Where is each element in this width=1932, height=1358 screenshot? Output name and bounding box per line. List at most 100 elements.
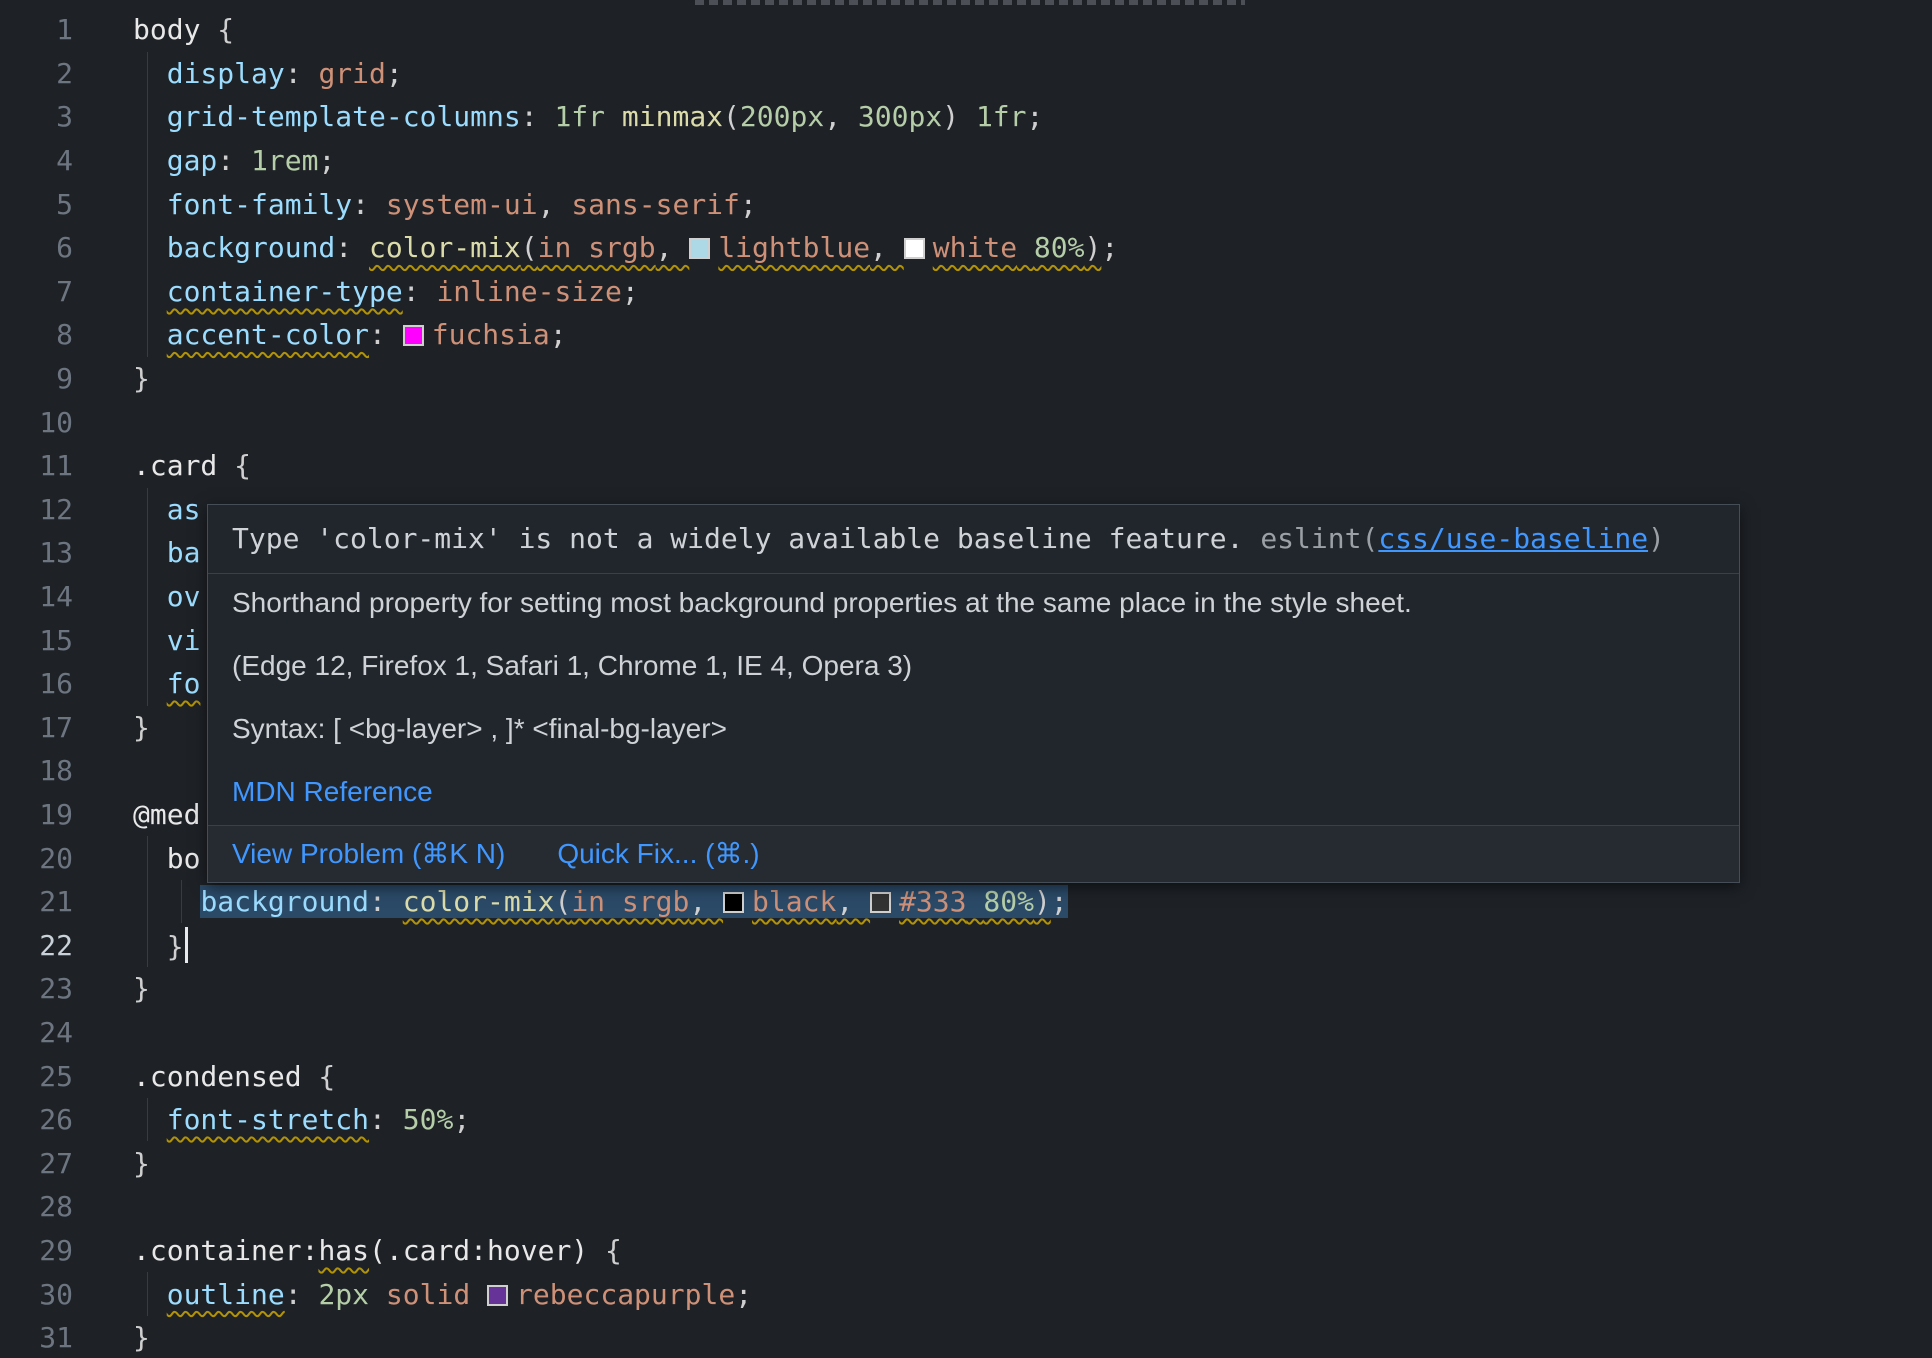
code-line[interactable]: 2 display: grid; — [0, 52, 1932, 96]
line-number[interactable]: 26 — [0, 1103, 73, 1136]
color-swatch[interactable] — [487, 1285, 508, 1306]
line-number[interactable]: 13 — [0, 536, 73, 569]
code-line[interactable]: 29.container:has(.card:hover) { — [0, 1229, 1932, 1273]
line-number[interactable]: 16 — [0, 667, 73, 700]
code-token: 300px — [858, 100, 942, 133]
line-number[interactable]: 6 — [0, 231, 73, 264]
code-token — [133, 1278, 167, 1311]
line-number[interactable]: 28 — [0, 1190, 73, 1223]
code-line[interactable]: 26 font-stretch: 50%; — [0, 1098, 1932, 1142]
line-number[interactable]: 5 — [0, 188, 73, 221]
code-token: ; — [1051, 885, 1068, 918]
code-line[interactable]: 30 outline: 2px solid rebeccapurple; — [0, 1272, 1932, 1316]
code-editor[interactable]: 1body {2 display: grid;3 grid-template-c… — [0, 0, 1932, 1358]
indent-guide — [147, 618, 148, 662]
line-number[interactable]: 15 — [0, 624, 73, 657]
color-swatch[interactable] — [403, 325, 424, 346]
line-number[interactable]: 7 — [0, 275, 73, 308]
code-token: } — [133, 1321, 150, 1354]
code-token: { — [302, 1060, 336, 1093]
code-line[interactable]: 7 container-type: inline-size; — [0, 270, 1932, 314]
code-line[interactable]: 4 gap: 1rem; — [0, 139, 1932, 183]
line-number[interactable]: 14 — [0, 580, 73, 613]
code-line[interactable]: 28 — [0, 1185, 1932, 1229]
code-token — [369, 1278, 386, 1311]
code-token: solid — [386, 1278, 470, 1311]
code-line[interactable]: 10 — [0, 400, 1932, 444]
code-line[interactable]: 8 accent-color: fuchsia; — [0, 313, 1932, 357]
code-token: .condensed — [133, 1060, 302, 1093]
code-line[interactable]: 23} — [0, 967, 1932, 1011]
line-number[interactable]: 9 — [0, 362, 73, 395]
line-number[interactable]: 22 — [0, 929, 73, 962]
hover-tooltip: Type 'color-mix' is not a widely availab… — [207, 504, 1740, 883]
line-number[interactable]: 4 — [0, 144, 73, 177]
line-number[interactable]: 19 — [0, 798, 73, 831]
eslint-rule-link[interactable]: css/use-baseline — [1378, 522, 1648, 555]
quick-fix-action[interactable]: Quick Fix... (⌘.) — [557, 839, 759, 869]
code-line[interactable]: 6 background: color-mix(in srgb, lightbl… — [0, 226, 1932, 270]
code-token: } — [133, 972, 150, 1005]
code-token: ( — [554, 885, 571, 918]
code-token: 80% — [1034, 231, 1085, 264]
mdn-reference-link[interactable]: MDN Reference — [232, 777, 433, 807]
code-line[interactable]: 25 .condensed { — [0, 1054, 1932, 1098]
line-number[interactable]: 20 — [0, 842, 73, 875]
indent-guide — [147, 139, 148, 183]
code-token: ; — [318, 144, 335, 177]
code-token: : — [335, 231, 369, 264]
code-token — [133, 842, 167, 875]
line-number[interactable]: 1 — [0, 13, 73, 46]
code-line[interactable]: 22 } — [0, 923, 1932, 967]
code-token — [133, 667, 167, 700]
code-text: @med — [73, 798, 200, 831]
code-token: ; — [1101, 231, 1118, 264]
code-token: black — [723, 885, 836, 918]
line-number[interactable]: 24 — [0, 1016, 73, 1049]
code-line[interactable]: 31} — [0, 1316, 1932, 1358]
line-number[interactable]: 30 — [0, 1278, 73, 1311]
color-swatch[interactable] — [904, 238, 925, 259]
code-line[interactable]: 3 grid-template-columns: 1fr minmax(200p… — [0, 95, 1932, 139]
line-number[interactable]: 11 — [0, 449, 73, 482]
code-token: } — [133, 1147, 150, 1180]
line-number[interactable]: 27 — [0, 1147, 73, 1180]
color-swatch[interactable] — [870, 892, 891, 913]
diagnostic-message: Type 'color-mix' is not a widely availab… — [208, 505, 1739, 574]
code-token: ) — [1034, 885, 1051, 918]
line-number[interactable]: 25 — [0, 1060, 73, 1093]
code-token: , — [870, 231, 904, 264]
code-token — [470, 1278, 487, 1311]
line-number[interactable]: 2 — [0, 57, 73, 90]
view-problem-action[interactable]: View Problem (⌘K N) — [232, 839, 505, 869]
code-text: } — [73, 1321, 150, 1354]
line-number[interactable]: 23 — [0, 972, 73, 1005]
line-number[interactable]: 3 — [0, 100, 73, 133]
code-line[interactable]: 1body { — [0, 8, 1932, 52]
indent-guide — [147, 1272, 148, 1316]
code-token: 200px — [740, 100, 824, 133]
code-line[interactable]: 9} — [0, 357, 1932, 401]
code-token: , — [689, 885, 723, 918]
code-text: font-family: system-ui, sans-serif; — [73, 188, 757, 221]
line-number[interactable]: 31 — [0, 1321, 73, 1354]
line-number[interactable]: 29 — [0, 1234, 73, 1267]
color-swatch[interactable] — [723, 892, 744, 913]
line-number[interactable]: 21 — [0, 885, 73, 918]
line-number[interactable]: 17 — [0, 711, 73, 744]
line-number[interactable]: 18 — [0, 754, 73, 787]
color-swatch[interactable] — [689, 238, 710, 259]
line-number[interactable]: 12 — [0, 493, 73, 526]
code-text: display: grid; — [73, 57, 403, 90]
line-number[interactable]: 10 — [0, 406, 73, 439]
code-token — [133, 536, 167, 569]
code-token: { — [588, 1234, 622, 1267]
line-number[interactable]: 8 — [0, 318, 73, 351]
indent-guide — [147, 575, 148, 619]
syntax-line: Syntax: [ <bg-layer> , ]* <final-bg-laye… — [232, 714, 1715, 744]
code-line[interactable]: 21 background: color-mix(in srgb, black,… — [0, 880, 1932, 924]
code-line[interactable]: 5 font-family: system-ui, sans-serif; — [0, 182, 1932, 226]
code-line[interactable]: 11.card { — [0, 444, 1932, 488]
code-line[interactable]: 27} — [0, 1141, 1932, 1185]
code-line[interactable]: 24 — [0, 1011, 1932, 1055]
